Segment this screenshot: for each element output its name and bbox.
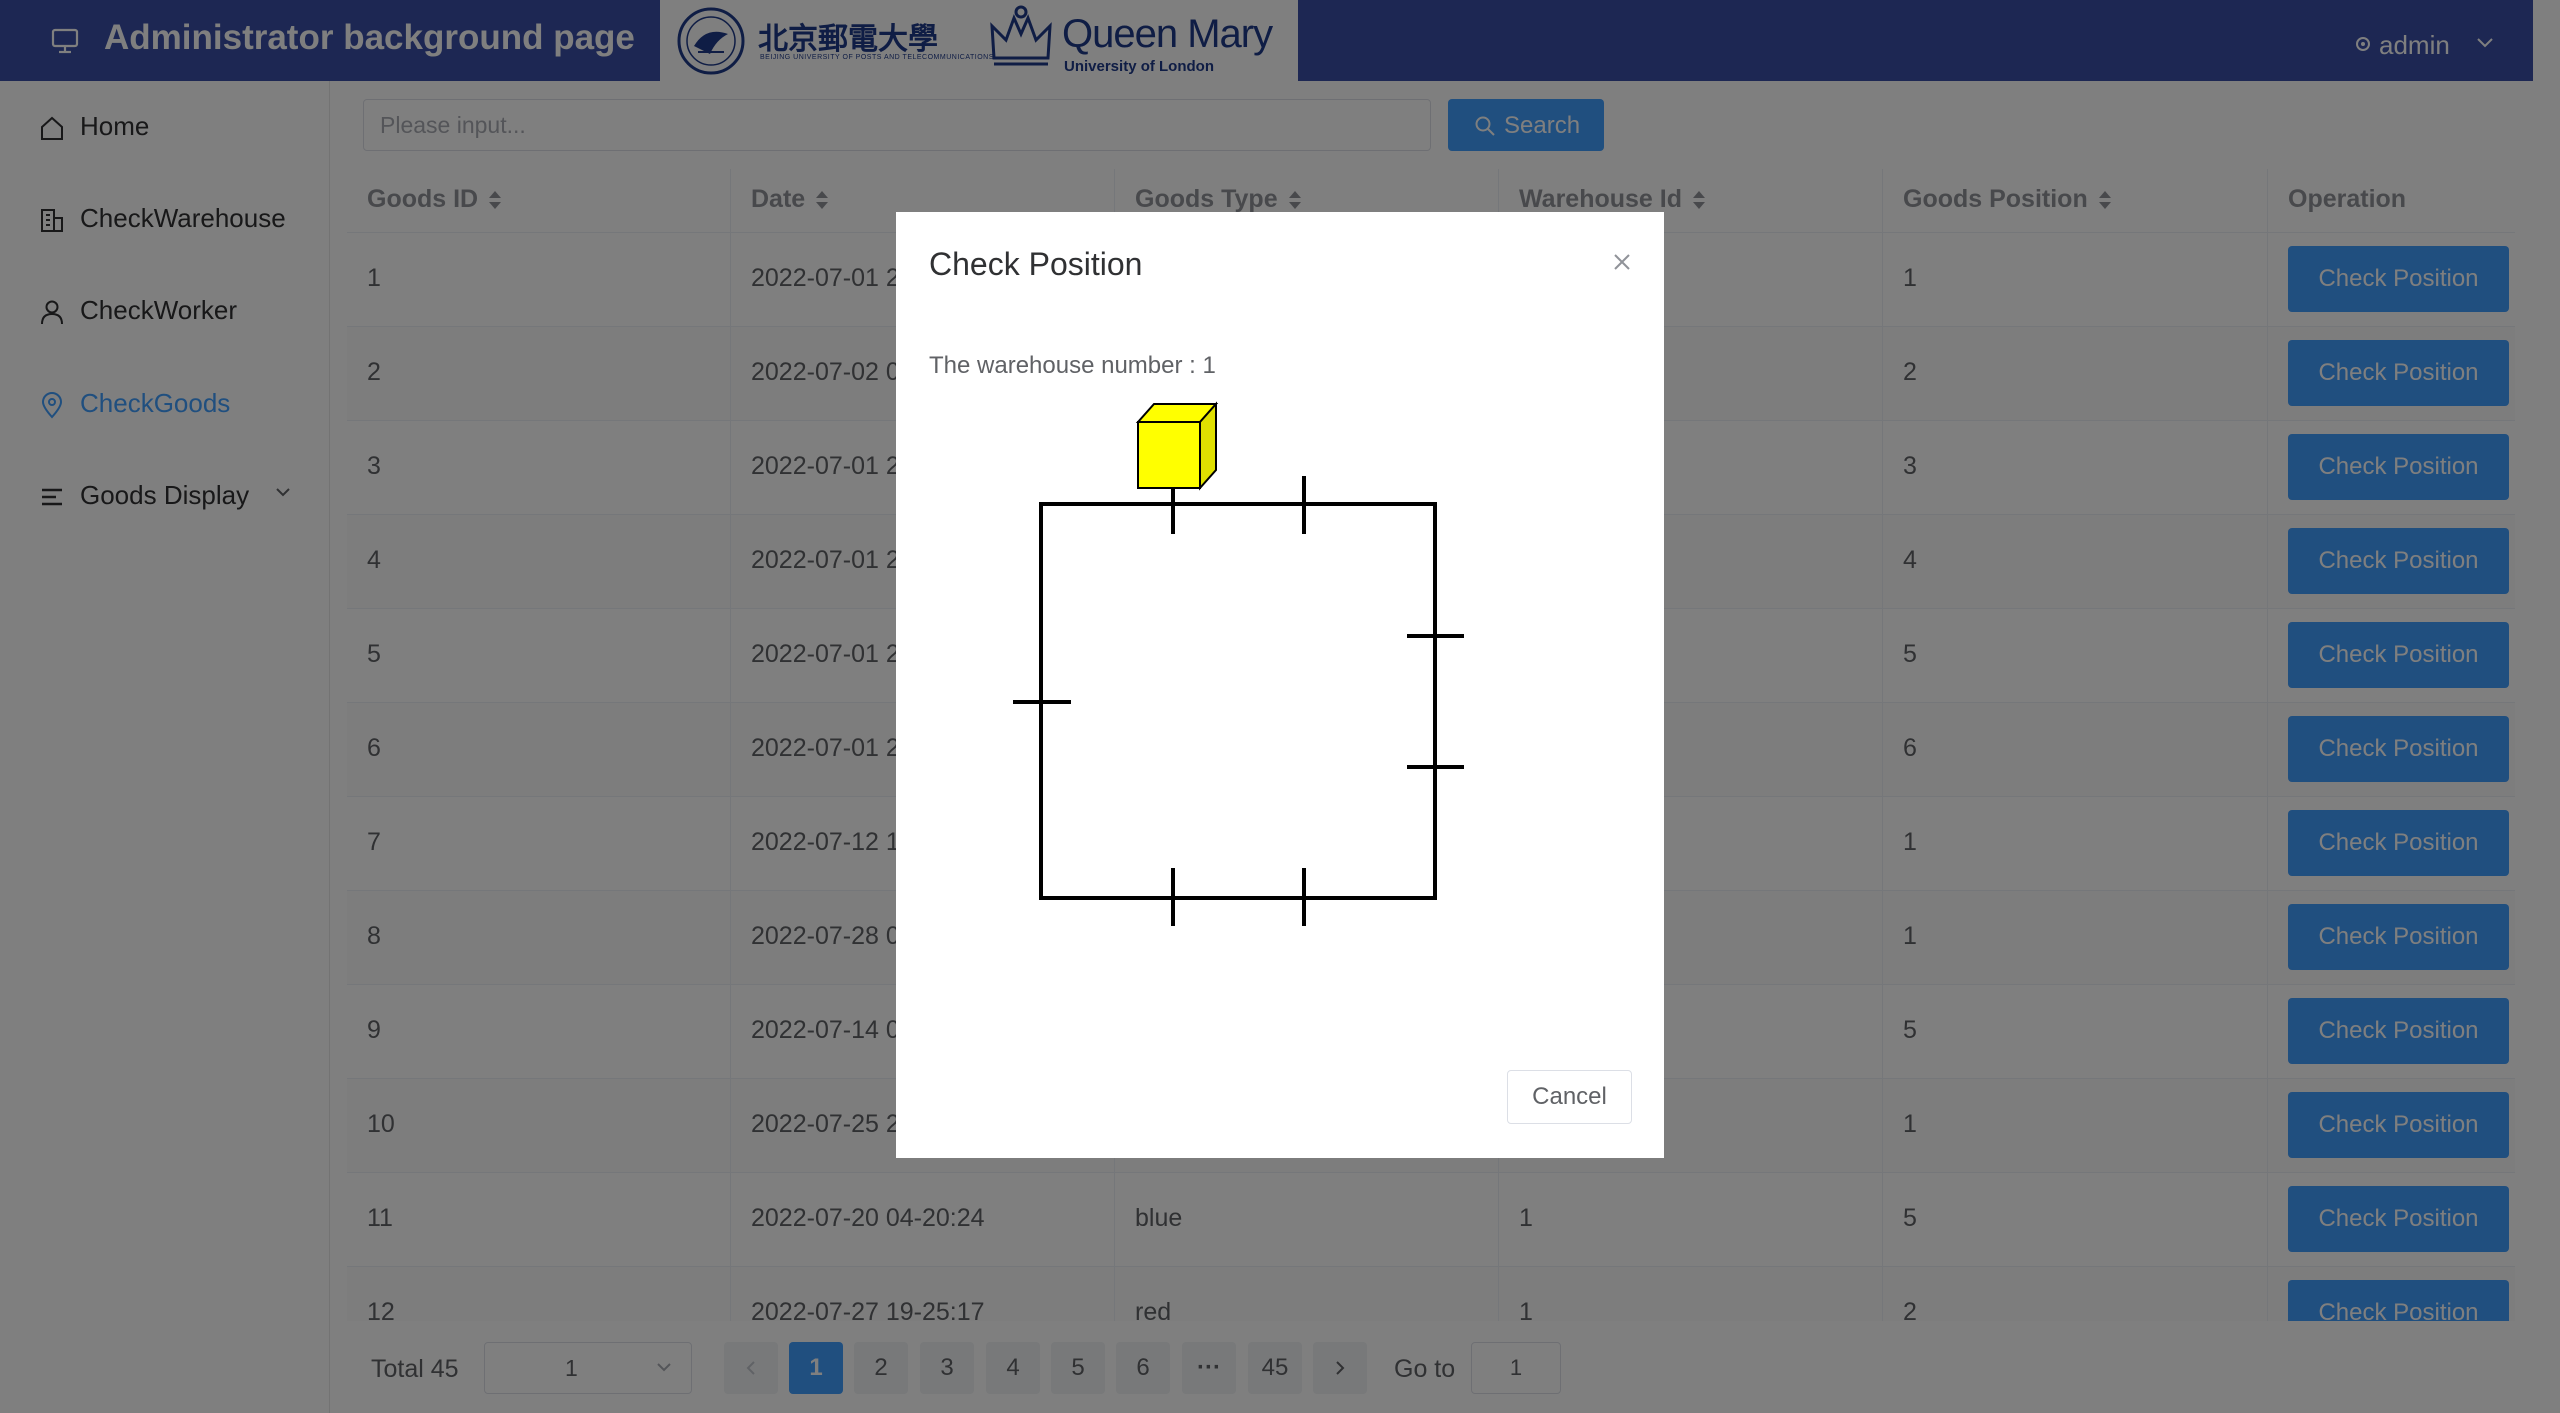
goods-box-icon bbox=[1135, 401, 1219, 491]
dialog-title: Check Position bbox=[929, 246, 1143, 282]
check-position-dialog: Check Position The warehouse number : 1 … bbox=[896, 212, 1664, 1158]
warehouse-layout-diagram bbox=[1013, 401, 1464, 926]
close-icon[interactable] bbox=[1610, 250, 1634, 274]
warehouse-floor bbox=[1039, 502, 1437, 900]
cancel-button[interactable]: Cancel bbox=[1507, 1070, 1632, 1124]
position-markers bbox=[1013, 476, 1464, 926]
